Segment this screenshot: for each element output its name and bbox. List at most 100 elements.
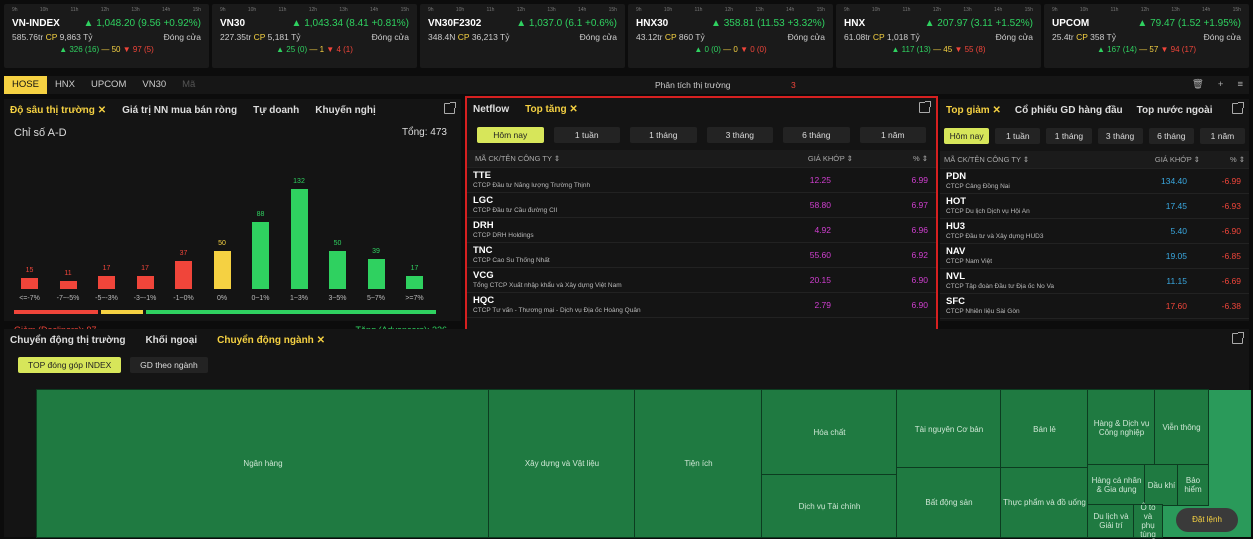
flat-count: — 45 — [933, 45, 953, 54]
period-3-button[interactable]: 3 tháng — [1097, 128, 1143, 144]
col-symbol[interactable]: MÃ CK/TÊN CÔNG TY ⇕ — [944, 151, 1029, 168]
tab-top-traded[interactable]: Cổ phiếu GD hàng đầu — [1015, 105, 1123, 116]
table-row[interactable]: SFC CTCP Nhiên liệu Sài Gòn 17.60 -6.38 — [940, 294, 1249, 319]
period-0-button[interactable]: Hôm nay — [477, 127, 544, 143]
col-pct[interactable]: % ⇕ — [1230, 151, 1245, 168]
tab-top-foreign[interactable]: Top nước ngoài — [1137, 105, 1213, 116]
tab-sector-movement[interactable]: Chuyển động ngành ✕ — [217, 335, 325, 346]
stock-symbol[interactable]: TTE — [473, 170, 930, 181]
stock-symbol[interactable]: HU3 — [946, 221, 1243, 232]
stock-symbol[interactable]: LGC — [473, 195, 930, 206]
period-0-button[interactable]: Hôm nay — [944, 128, 990, 144]
tab-market-depth[interactable]: Độ sâu thị trường ✕ — [10, 105, 106, 116]
index-card[interactable]: 9h 10h 11h 12h 13h 14h 15h HNX30 ▲ 358.81 (11.53… — [628, 4, 833, 68]
table-row[interactable]: HU3 CTCP Đầu tư và Xây dựng HUD3 5.40 -6.90 — [940, 219, 1249, 244]
sector-cell[interactable]: Thực phẩm và đồ uống — [1000, 467, 1089, 538]
stock-symbol[interactable]: NVL — [946, 271, 1243, 282]
index-vol: 25.4tr — [1052, 32, 1074, 42]
period-4-button[interactable]: 6 tháng — [1148, 128, 1194, 144]
tab-recommendation[interactable]: Khuyến nghị — [315, 105, 376, 116]
trash-icon[interactable]: 🗑 — [1192, 76, 1204, 94]
sector-cell[interactable]: Xây dựng và Vật liệu — [488, 389, 636, 538]
expand-icon[interactable] — [1232, 102, 1244, 114]
sector-cell[interactable]: Tiện ích — [634, 389, 763, 538]
close-icon[interactable]: ✕ — [98, 105, 106, 116]
tab-top-losers[interactable]: Top giảm ✕ — [946, 105, 1001, 116]
stock-symbol[interactable]: HQC — [473, 295, 930, 306]
stock-symbol[interactable]: PDN — [946, 171, 1243, 182]
place-order-button[interactable]: Đặt lệnh — [1176, 508, 1238, 532]
stock-symbol[interactable]: HOT — [946, 196, 1243, 207]
table-row[interactable]: LGC CTCP Đầu tư Cầu đường CII 58.80 6.97 — [467, 193, 936, 218]
close-icon[interactable]: ✕ — [569, 104, 577, 115]
sector-trade-button[interactable]: GD theo ngành — [130, 357, 208, 373]
sector-cell[interactable]: Bất động sản — [896, 467, 1002, 538]
tab-netflow[interactable]: Netflow — [473, 104, 509, 115]
col-price[interactable]: GIÁ KHỚP ⇕ — [1155, 151, 1200, 168]
market-analysis-label[interactable]: Phân tích thị trường — [655, 76, 731, 94]
close-icon[interactable]: ✕ — [317, 335, 325, 346]
period-3-button[interactable]: 3 tháng — [706, 127, 773, 143]
col-pct[interactable]: % ⇕ — [913, 150, 928, 167]
period-1-button[interactable]: 1 tuần — [553, 127, 620, 143]
tab-top-gainers[interactable]: Top tăng ✕ — [525, 104, 578, 115]
period-5-button[interactable]: 1 năm — [1199, 128, 1246, 144]
period-4-button[interactable]: 6 tháng — [783, 127, 850, 143]
stock-symbol[interactable]: VCG — [473, 270, 930, 281]
period-1-button[interactable]: 1 tuần — [995, 128, 1041, 144]
tab-proprietary[interactable]: Tự doanh — [253, 105, 299, 116]
table-row[interactable]: HQC CTCP Tư vấn - Thương mại - Dịch vụ Đị… — [467, 293, 936, 318]
tab-upcom[interactable]: UPCOM — [83, 76, 134, 94]
menu-icon[interactable]: ≡ — [1237, 76, 1243, 94]
stock-symbol[interactable]: TNC — [473, 245, 930, 256]
sector-cell[interactable]: Hàng & Dịch vụ Công nghiệp — [1087, 389, 1156, 466]
sector-cell[interactable]: Hàng cá nhân & Gia dụng — [1087, 464, 1146, 506]
col-price[interactable]: GIÁ KHỚP ⇕ — [808, 150, 853, 167]
sector-cell[interactable]: Ngân hàng — [36, 389, 490, 538]
table-row[interactable]: NAV CTCP Nam Việt 19.05 -6.85 — [940, 244, 1249, 269]
index-card[interactable]: 9h 10h 11h 12h 13h 14h 15h VN30F2302 ▲ 1,037.0 (… — [420, 4, 625, 68]
expand-icon[interactable] — [919, 101, 931, 113]
sector-cell[interactable]: Du lịch và Giải trí — [1087, 504, 1135, 538]
match-price: 2.79 — [814, 300, 831, 310]
sector-cell[interactable]: Bảo hiểm — [1177, 464, 1209, 506]
stock-symbol[interactable]: NAV — [946, 246, 1243, 257]
tab-hose[interactable]: HOSE — [4, 76, 47, 94]
index-card[interactable]: 9h 10h 11h 12h 13h 14h 15h VN-INDEX ▲ 1,048.20 (… — [4, 4, 209, 68]
index-card[interactable]: 9h 10h 11h 12h 13h 14h 15h VN30 ▲ 1,043.34 (8.41… — [212, 4, 417, 68]
table-row[interactable]: PDN CTCP Cảng Đồng Nai 134.40 -6.99 — [940, 169, 1249, 194]
table-row[interactable]: NVL CTCP Tập đoàn Đầu tư Địa ốc No Va 11.1… — [940, 269, 1249, 294]
tab-foreign-net[interactable]: Giá trị NN mua bán ròng — [122, 105, 237, 116]
index-card[interactable]: 9h 10h 11h 12h 13h 14h 15h HNX ▲ 207.97 (3.11 +1… — [836, 4, 1041, 68]
period-2-button[interactable]: 1 tháng — [1046, 128, 1092, 144]
stock-search-input[interactable]: Mã — [174, 76, 203, 94]
sector-cell[interactable]: Dầu khí — [1144, 464, 1179, 506]
period-5-button[interactable]: 1 năm — [859, 127, 926, 143]
sector-cell[interactable]: Ô tô và phụ tùng — [1133, 503, 1163, 539]
col-symbol[interactable]: MÃ CK/TÊN CÔNG TY ⇕ — [475, 150, 560, 167]
top-index-contrib-button[interactable]: TOP đóng góp INDEX — [18, 357, 122, 373]
tab-vn30[interactable]: VN30 — [134, 76, 174, 94]
sector-cell[interactable]: Tài nguyên Cơ bản — [896, 389, 1002, 469]
index-card[interactable]: 9h 10h 11h 12h 13h 14h 15h UPCOM ▲ 79.47 (1.52 +… — [1044, 4, 1249, 68]
expand-icon[interactable] — [444, 102, 456, 114]
stock-symbol[interactable]: DRH — [473, 220, 930, 231]
close-icon[interactable]: ✕ — [992, 105, 1000, 116]
tab-hnx[interactable]: HNX — [47, 76, 83, 94]
sector-cell[interactable]: Hóa chất — [761, 389, 898, 476]
table-row[interactable]: VCG Tổng CTCP Xuất nhập khẩu và Xây dựng … — [467, 268, 936, 293]
table-row[interactable]: TNC CTCP Cao Su Thống Nhất 55.60 6.92 — [467, 243, 936, 268]
sector-cell[interactable]: Dịch vụ Tài chính — [761, 474, 898, 538]
tab-foreign[interactable]: Khối ngoại — [145, 335, 197, 346]
table-row[interactable]: DRH CTCP DRH Holdings 4.92 6.96 — [467, 218, 936, 243]
table-row[interactable]: TTE CTCP Đầu tư Năng lượng Trường Thịnh 12… — [467, 168, 936, 193]
tab-market-movement[interactable]: Chuyển động thị trường — [10, 335, 125, 346]
expand-icon[interactable] — [1232, 332, 1244, 344]
period-2-button[interactable]: 1 tháng — [630, 127, 697, 143]
sector-cell[interactable]: Bán lẻ — [1000, 389, 1089, 469]
table-row[interactable]: HOT CTCP Du lịch Dịch vụ Hội An 17.45 -6.93 — [940, 194, 1249, 219]
stock-symbol[interactable]: SFC — [946, 296, 1243, 307]
plus-icon[interactable]: + — [1218, 76, 1224, 94]
sector-cell[interactable]: Viễn thông — [1154, 389, 1209, 466]
index-vol: 43.12tr — [636, 32, 663, 42]
